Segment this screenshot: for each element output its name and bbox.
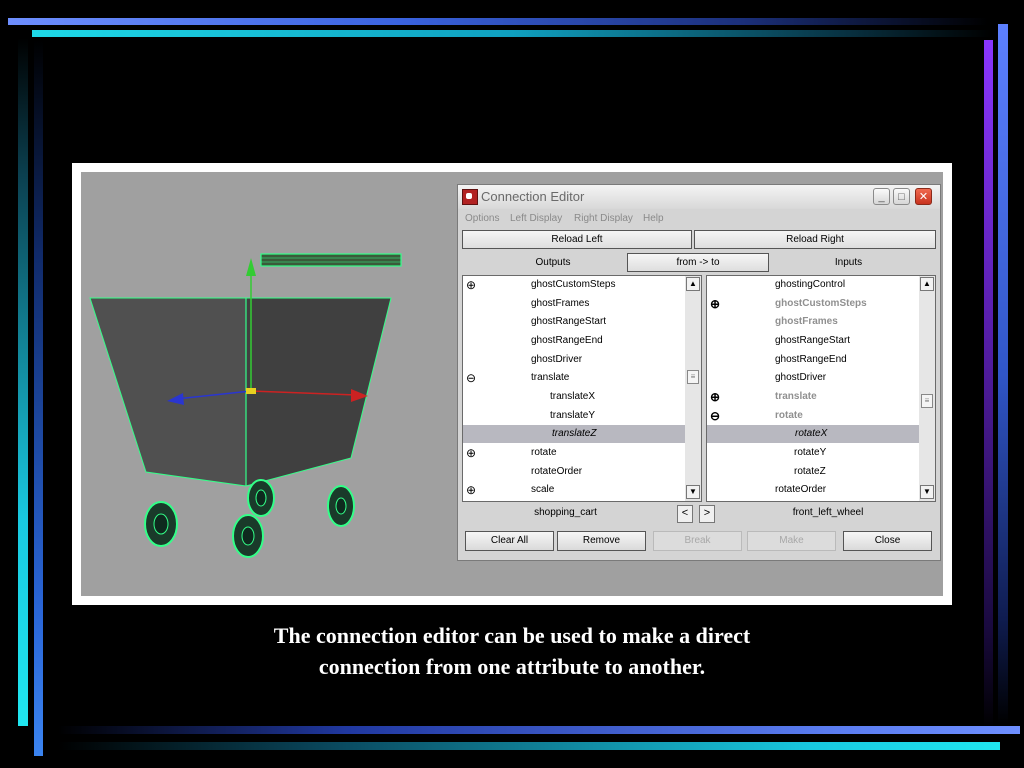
right-node-name: front_left_wheel: [792, 507, 864, 518]
cart-wheel: [247, 479, 275, 517]
list-item[interactable]: ghostRangeEnd: [707, 351, 919, 369]
cart-wheel: [144, 501, 178, 547]
list-item[interactable]: ghostDriver: [463, 351, 685, 369]
list-item[interactable]: ghostRangeStart: [463, 313, 685, 331]
list-item[interactable]: ⊖ translate: [463, 369, 685, 387]
decor-bar-bottom: [58, 742, 1000, 750]
scroll-thumb[interactable]: ≡: [921, 394, 933, 408]
scroll-thumb[interactable]: ≡: [687, 370, 699, 384]
expand-icon[interactable]: ⊕: [710, 388, 720, 406]
break-button[interactable]: Break: [653, 531, 742, 551]
inputs-label: Inputs: [834, 257, 863, 268]
inputs-scrollbar[interactable]: ▲ ≡ ▼: [919, 276, 935, 501]
prev-node-button[interactable]: <: [677, 505, 693, 523]
left-node-name: shopping_cart: [534, 507, 597, 518]
decor-bar-top: [8, 18, 988, 25]
reload-left-button[interactable]: Reload Left: [462, 230, 692, 249]
app-icon: [462, 189, 478, 205]
close-button[interactable]: Close: [843, 531, 932, 551]
list-item[interactable]: ghostRangeStart: [707, 332, 919, 350]
scroll-down-arrow-icon[interactable]: ▼: [686, 485, 700, 499]
menu-left-display[interactable]: Left Display: [510, 213, 562, 224]
menu-help[interactable]: Help: [643, 213, 664, 224]
scroll-up-arrow-icon[interactable]: ▲: [920, 277, 934, 291]
scroll-down-arrow-icon[interactable]: ▼: [920, 485, 934, 499]
remove-button[interactable]: Remove: [557, 531, 646, 551]
list-item-connected[interactable]: ghostFrames: [707, 313, 919, 331]
list-item-connected[interactable]: ⊖ rotate: [707, 407, 919, 425]
list-item[interactable]: ghostFrames: [463, 295, 685, 313]
collapse-icon[interactable]: ⊖: [710, 407, 720, 425]
cart-handle: [260, 253, 402, 267]
decor-bar-left: [18, 38, 28, 726]
caption-line-1: The connection editor can be used to mak…: [273, 623, 751, 648]
minimize-button[interactable]: _: [873, 188, 890, 205]
expand-icon[interactable]: ⊕: [466, 481, 476, 499]
list-item[interactable]: ⊕ rotate: [463, 444, 685, 462]
list-item-connected[interactable]: ⊕ ghostCustomSteps: [707, 295, 919, 313]
list-item-selected[interactable]: translateZ: [463, 425, 685, 443]
slide-caption: The connection editor can be used to mak…: [172, 620, 852, 682]
list-item[interactable]: rotateOrder: [463, 463, 685, 481]
list-item[interactable]: rotateY: [707, 444, 919, 462]
reload-right-button[interactable]: Reload Right: [694, 230, 936, 249]
menu-bar: Options Left Display Right Display Help: [458, 210, 940, 228]
cart-basket-left: [89, 297, 247, 487]
list-item[interactable]: ⊕ ghostCustomSteps: [463, 276, 685, 294]
expand-icon[interactable]: ⊕: [466, 444, 476, 462]
scroll-up-arrow-icon[interactable]: ▲: [686, 277, 700, 291]
expand-icon[interactable]: ⊕: [710, 295, 720, 313]
maximize-button[interactable]: □: [893, 188, 910, 205]
cart-wheel: [232, 514, 264, 558]
decor-bar-bottom-inner: [58, 726, 1020, 734]
menu-right-display[interactable]: Right Display: [574, 213, 633, 224]
collapse-icon[interactable]: ⊖: [466, 369, 476, 387]
list-item[interactable]: ghostRangeEnd: [463, 332, 685, 350]
decor-bar-right: [998, 24, 1008, 724]
inputs-list: ghostingControl ⊕ ghostCustomSteps ghostF…: [706, 275, 936, 502]
cart-wheel: [327, 485, 355, 527]
list-item-selected[interactable]: rotateX: [707, 425, 919, 443]
outputs-scrollbar[interactable]: ▲ ≡ ▼: [685, 276, 701, 501]
outputs-label: Outputs: [535, 257, 571, 268]
list-item[interactable]: translateY: [463, 407, 685, 425]
list-item[interactable]: rotateOrder: [707, 481, 919, 499]
connection-editor-window: Connection Editor _ □ ✕ Options Left Dis…: [457, 184, 941, 561]
window-title: Connection Editor: [481, 189, 585, 204]
menu-options[interactable]: Options: [465, 213, 499, 224]
list-item[interactable]: ⊕ scale: [463, 481, 685, 499]
expand-icon[interactable]: ⊕: [466, 276, 476, 294]
make-button[interactable]: Make: [747, 531, 836, 551]
close-window-button[interactable]: ✕: [915, 188, 932, 205]
list-item-connected[interactable]: ⊕ translate: [707, 388, 919, 406]
list-item[interactable]: translateX: [463, 388, 685, 406]
next-node-button[interactable]: >: [699, 505, 715, 523]
list-item[interactable]: ghostingControl: [707, 276, 919, 294]
caption-line-2: connection from one attribute to another…: [318, 654, 706, 679]
clear-all-button[interactable]: Clear All: [465, 531, 554, 551]
decor-bar-right-inner: [984, 40, 993, 728]
decor-bar-left-inner: [34, 40, 43, 756]
list-item[interactable]: rotateZ: [707, 463, 919, 481]
list-item[interactable]: ghostDriver: [707, 369, 919, 387]
outputs-list: ⊕ ghostCustomSteps ghostFrames ghostRange…: [462, 275, 702, 502]
decor-bar-top-inner: [32, 30, 992, 37]
direction-toggle-button[interactable]: from -> to: [627, 253, 769, 272]
title-bar[interactable]: Connection Editor _ □ ✕: [458, 185, 940, 209]
